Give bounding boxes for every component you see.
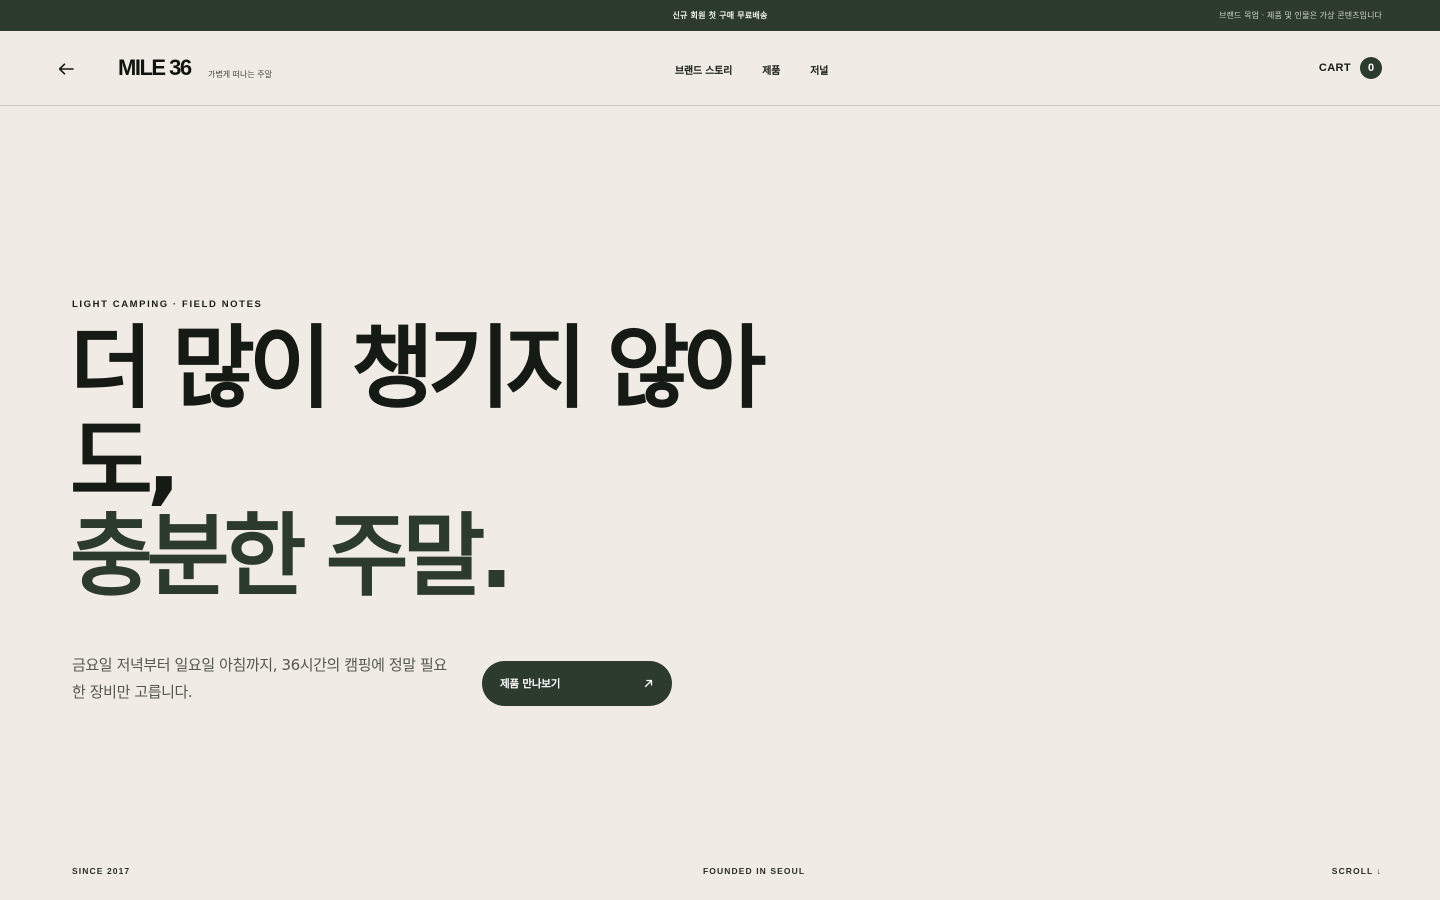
view-products-button[interactable]: 제품 만나보기	[482, 661, 672, 706]
since-label: SINCE 2017	[72, 866, 131, 876]
hero-headline: 더 많이 챙기지 않아도, 충분한 주말.	[70, 322, 810, 604]
arrow-left-icon	[58, 63, 74, 75]
disclaimer-text: 브랜드 목업 · 제품 및 인물은 가상 콘텐츠입니다	[1219, 11, 1382, 20]
cta-label: 제품 만나보기	[500, 678, 561, 690]
scroll-indicator[interactable]: SCROLL ↓	[1332, 866, 1382, 876]
back-button[interactable]	[56, 59, 76, 79]
announcement-bar: 신규 회원 첫 구매 무료배송 브랜드 목업 · 제품 및 인물은 가상 콘텐츠…	[0, 0, 1440, 31]
brand-logo[interactable]: MILE 36	[118, 55, 192, 81]
cart-count-badge: 0	[1360, 57, 1382, 79]
hero-headline-line2: 충분한 주말.	[70, 504, 514, 609]
arrow-up-right-icon	[642, 678, 654, 690]
cart-button[interactable]: CART 0	[1319, 57, 1382, 79]
nav-item-brand-story[interactable]: 브랜드 스토리	[675, 62, 732, 77]
nav-item-products[interactable]: 제품	[762, 62, 780, 77]
nav-item-journal[interactable]: 저널	[810, 62, 828, 77]
hero-eyebrow: LIGHT CAMPING · FIELD NOTES	[72, 299, 263, 310]
founded-label: FOUNDED IN SEOUL	[703, 866, 806, 876]
hero-headline-line1: 더 많이 챙기지 않아도,	[70, 316, 766, 515]
main-menu: 브랜드 스토리 제품 저널	[675, 62, 858, 77]
brand-tagline: 가볍게 떠나는 주말	[208, 70, 272, 79]
hero-description: 금요일 저녁부터 일요일 아침까지, 36시간의 캠핑에 정말 필요한 장비만 …	[72, 656, 447, 701]
site-header: MILE 36 가볍게 떠나는 주말 브랜드 스토리 제품 저널 CART 0	[0, 31, 1440, 106]
cart-label: CART	[1318, 62, 1351, 74]
